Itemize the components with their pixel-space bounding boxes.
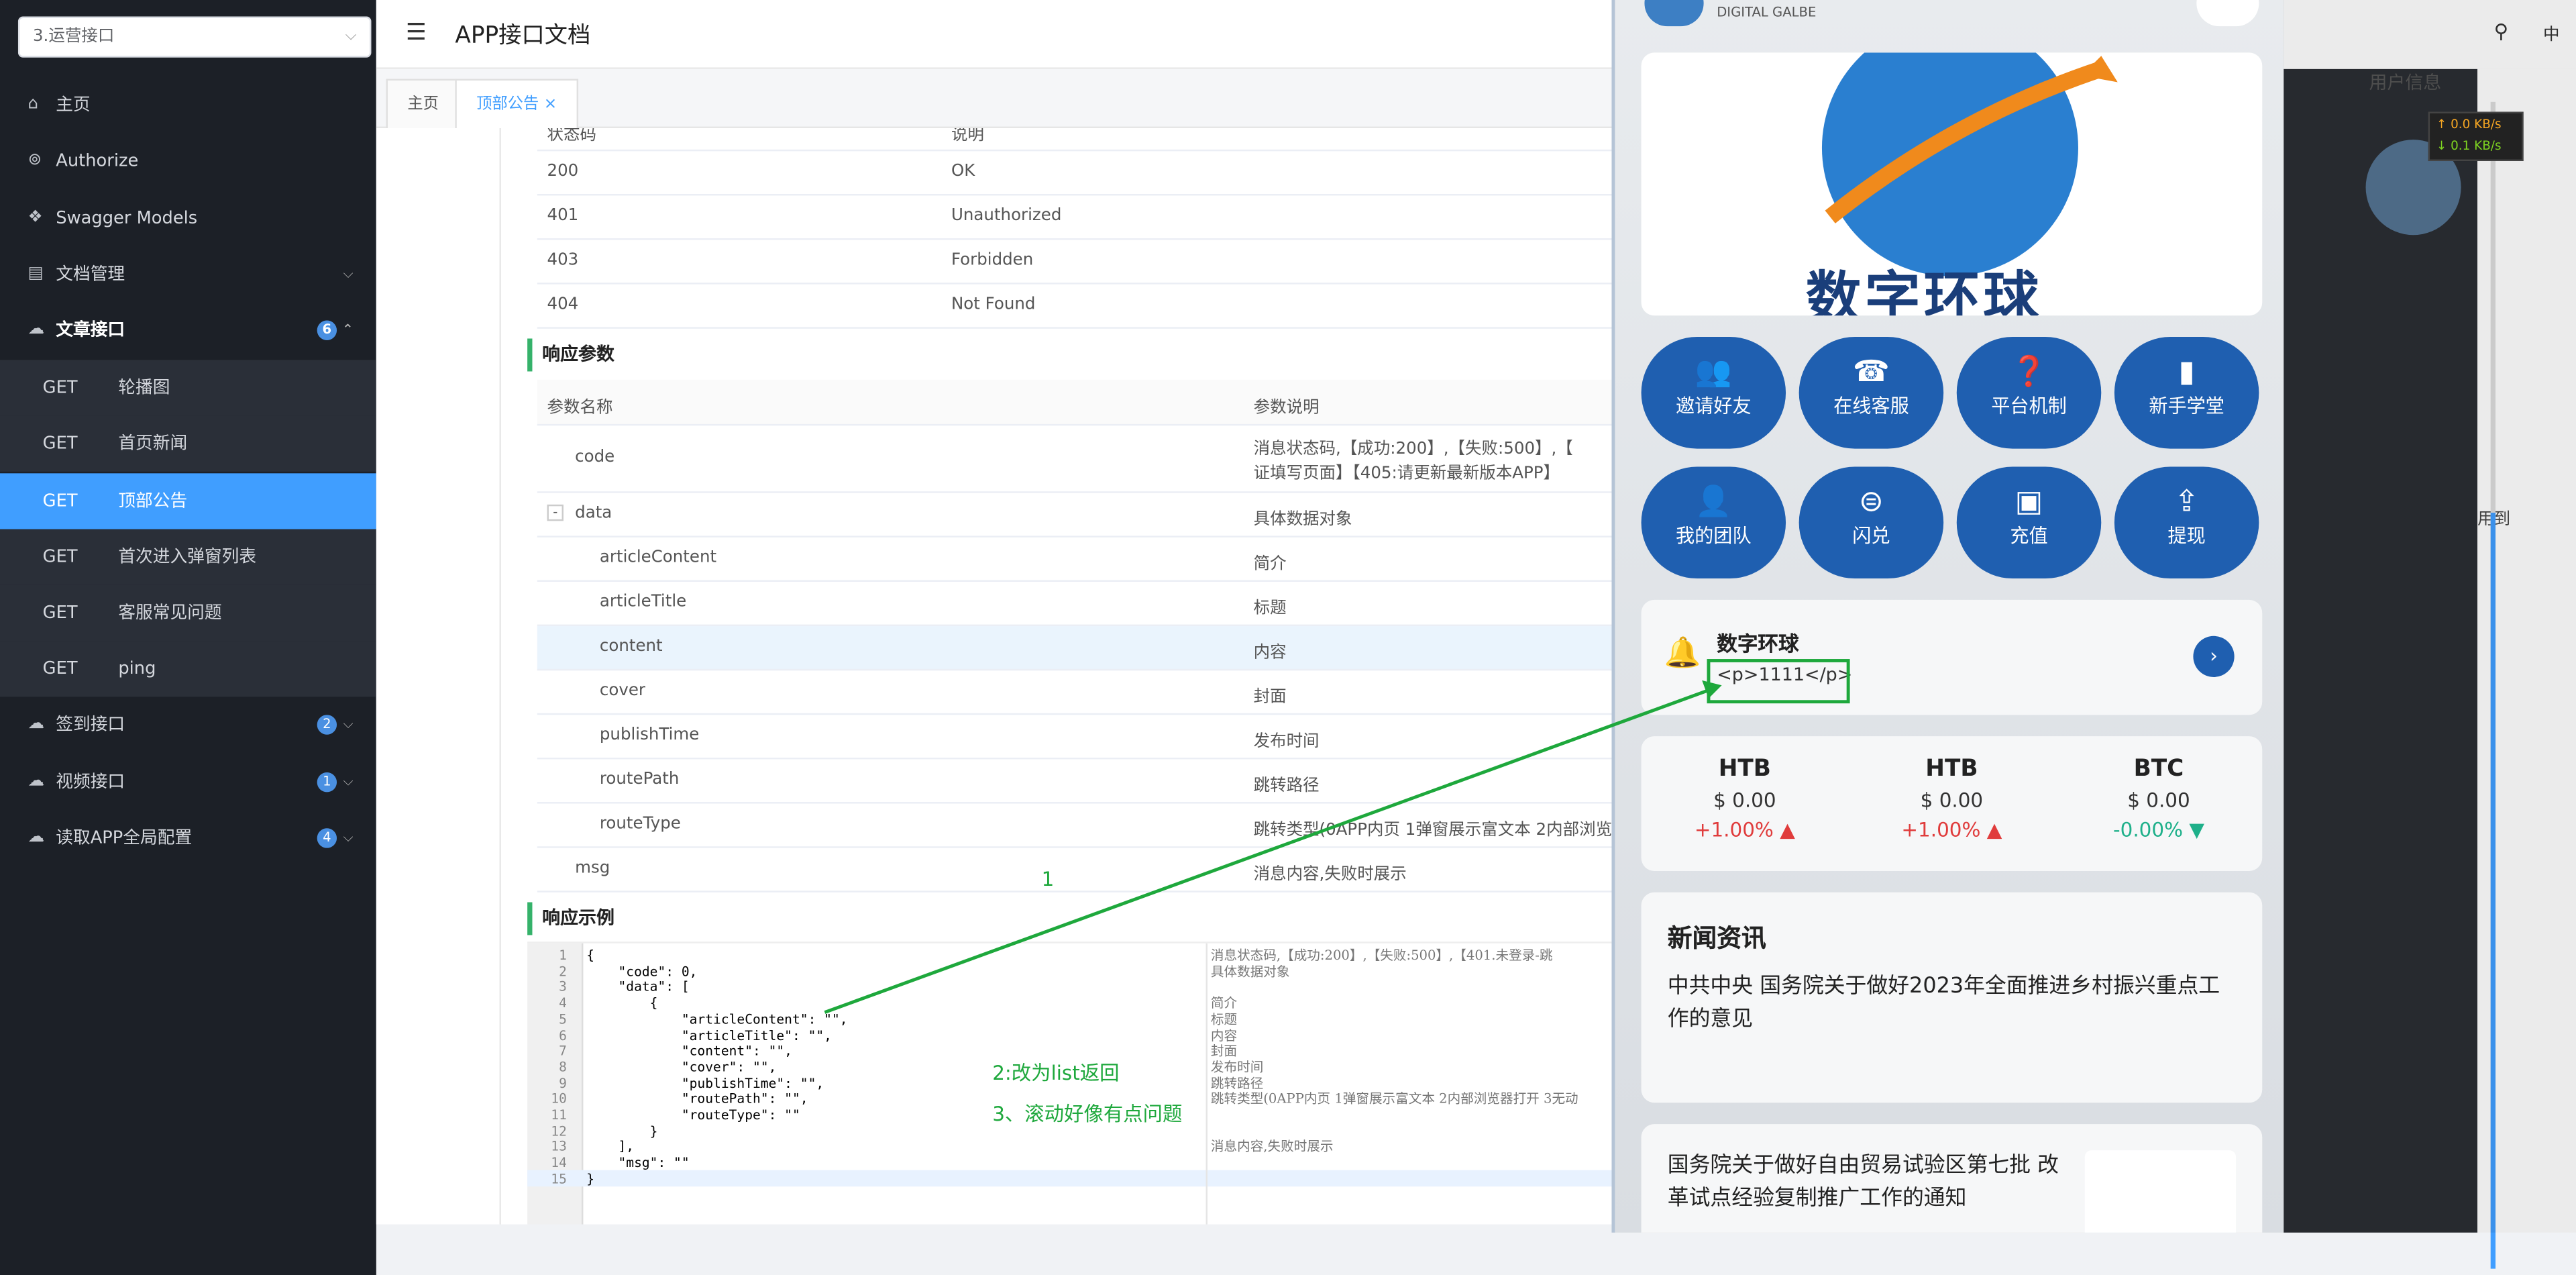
annotation-label: 3、滚动好像有点问题 [992,1103,1183,1126]
annotation-label: 1 [1041,868,1055,891]
annotation-label: 2:改为list返回 [992,1062,1120,1085]
annotation-arrow [824,680,1722,1014]
